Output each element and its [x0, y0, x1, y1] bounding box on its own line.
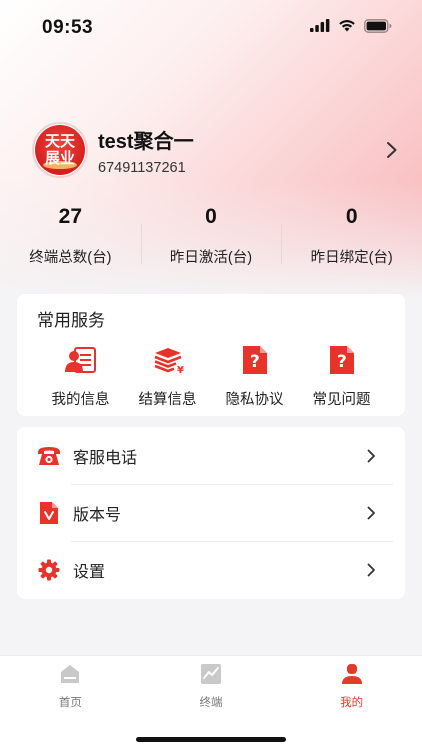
menu-item-customer-service[interactable]: 客服电话: [17, 427, 405, 484]
signal-icon: [310, 19, 330, 37]
profile-name: test聚合一: [98, 130, 194, 153]
faq-doc-icon: ?: [326, 344, 358, 376]
tab-mine[interactable]: 我的: [281, 656, 422, 718]
menu-label: 客服电话: [73, 449, 138, 467]
logo-text-line2: 展业: [44, 149, 75, 167]
stat-label: 昨日激活(台): [169, 250, 253, 266]
tab-home[interactable]: 首页: [0, 656, 141, 718]
wifi-icon: [338, 19, 356, 37]
avatar: 天天 展业: [32, 122, 88, 178]
home-icon: [58, 662, 82, 686]
service-label: 常见问题: [312, 392, 371, 408]
services-title: 常用服务: [37, 311, 105, 330]
services-grid: 我的信息 ¥ 结算信息 ? 隐私协议 ? 常见问题: [37, 344, 405, 409]
stat-value: 0: [345, 205, 358, 228]
privacy-doc-icon: ?: [239, 344, 271, 376]
logo-text-line1: 天天: [44, 132, 75, 150]
tab-terminals[interactable]: 终端: [141, 656, 282, 718]
service-privacy[interactable]: ? 隐私协议: [211, 344, 298, 409]
status-bar: 09:53: [0, 0, 422, 56]
menu-item-version[interactable]: 版本号: [17, 484, 405, 541]
id-card-icon: [64, 344, 97, 376]
tab-bar: 首页 终端 我的: [0, 655, 422, 750]
stat-yesterday-bound[interactable]: 0 昨日绑定(台): [281, 200, 422, 272]
service-my-info[interactable]: 我的信息: [37, 344, 124, 409]
gear-icon: [37, 558, 61, 582]
stat-yesterday-activated[interactable]: 0 昨日激活(台): [140, 200, 282, 272]
settlement-stack-icon: ¥: [152, 344, 184, 376]
stat-value: 27: [58, 205, 83, 228]
stat-total-terminals[interactable]: 27 终端总数(台): [0, 200, 141, 272]
profile-id: 67491137261: [98, 159, 186, 176]
service-label: 隐私协议: [225, 392, 284, 408]
stats-row: 27 终端总数(台) 0 昨日激活(台) 0 昨日绑定(台): [0, 200, 422, 272]
profile-info: test聚合一 67491137261: [98, 125, 382, 176]
chevron-right-icon: [365, 562, 377, 578]
menu-item-settings[interactable]: 设置: [17, 541, 405, 598]
brand-logo: 天天 展业: [35, 125, 85, 175]
tab-label: 终端: [199, 697, 223, 709]
tabs: 首页 终端 我的: [0, 656, 422, 718]
menu-card: 客服电话 版本号 设置: [17, 427, 405, 599]
phone-icon: [37, 444, 61, 468]
chevron-right-icon[interactable]: [382, 140, 402, 160]
chevron-right-icon: [365, 448, 377, 464]
status-icons: [310, 18, 392, 38]
menu-label: 版本号: [73, 506, 122, 524]
svg-text:?: ?: [250, 352, 260, 372]
stat-label: 终端总数(台): [29, 250, 112, 266]
home-indicator: [136, 737, 286, 742]
service-settlement-info[interactable]: ¥ 结算信息: [124, 344, 211, 409]
service-label: 结算信息: [138, 392, 197, 408]
stat-label: 昨日绑定(台): [310, 250, 393, 266]
person-icon: [340, 662, 364, 686]
profile-row[interactable]: 天天 展业 test聚合一 67491137261: [32, 120, 402, 180]
service-label: 我的信息: [51, 392, 110, 408]
battery-icon: [364, 18, 392, 38]
chevron-right-icon: [365, 505, 377, 521]
menu-label: 设置: [73, 563, 106, 581]
svg-text:?: ?: [337, 352, 347, 372]
service-faq[interactable]: ? 常见问题: [298, 344, 385, 409]
stat-value: 0: [205, 205, 217, 228]
services-card: 常用服务 我的信息 ¥ 结算信息 ? 隐私协议 ? 常见问题: [17, 294, 405, 416]
chart-icon: [199, 662, 223, 686]
status-time: 09:53: [42, 17, 94, 38]
tab-label: 我的: [340, 697, 364, 709]
svg-text:¥: ¥: [177, 365, 184, 375]
version-doc-icon: [37, 501, 61, 525]
tab-label: 首页: [58, 697, 82, 709]
